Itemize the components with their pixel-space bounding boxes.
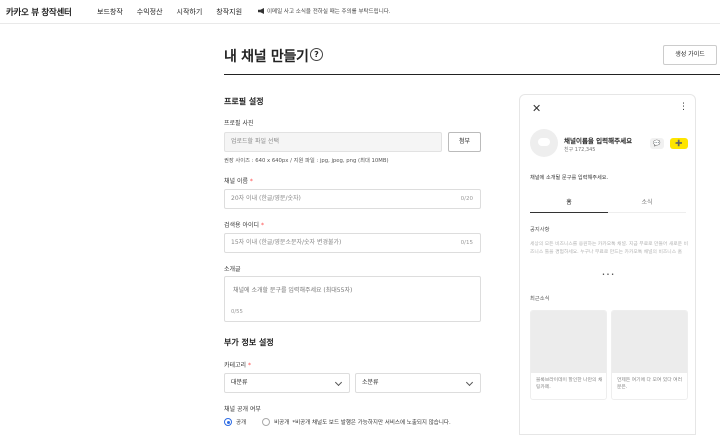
preview-recent-title: 최근소식 (530, 296, 550, 302)
category-main-value: 대분류 (231, 379, 248, 386)
carousel-dots: • • • (602, 272, 615, 278)
nav-item-revenue[interactable]: 수익정산 (137, 7, 163, 17)
profile-photo-file-input[interactable]: 업로드할 파일 선택 (224, 132, 442, 152)
preview-news-card: 언제든 여기에 다 모여 있다 여러분은. (611, 310, 688, 400)
nav-item-support[interactable]: 창작지원 (216, 7, 242, 17)
search-id-placeholder: 15자 이내 (한글/영문소문자/숫자 변경불가) (231, 239, 342, 246)
chevron-down-icon (334, 378, 343, 387)
channel-name-input[interactable]: 20자 이내 (한글/영문/숫자) 0/20 (224, 189, 481, 209)
main-nav: 보드창작 수익정산 시작하기 창작지원 (97, 7, 242, 17)
top-bar: 카카오 뷰 창작센터 보드창작 수익정산 시작하기 창작지원 이메일 사고 소식… (0, 0, 720, 24)
nav-item-start[interactable]: 시작하기 (177, 7, 203, 17)
search-id-counter: 0/15 (460, 240, 473, 246)
preview-notice-text: 세상의 모든 비즈니스를 응원하는 카카오톡 채널. 지금 무료로 만들어 새로… (530, 242, 688, 255)
intro-counter: 0/55 (231, 309, 243, 315)
channel-name-counter: 0/20 (460, 196, 473, 202)
category-sub-select[interactable]: 소분류 (355, 373, 481, 393)
category-label-text: 카테고리 (224, 362, 247, 369)
profile-section-title: 프로필 설정 (224, 97, 264, 106)
intro-placeholder: 채널에 소개할 문구를 입력해주세요 (최대55자) (233, 287, 353, 294)
news-card-caption: 블록브라이데이 할인한 나만의 채팅카페. (536, 378, 603, 390)
preview-friends-count: 친구 172,345 (564, 147, 596, 153)
notice-text: 이메일 사고 소식을 전하실 때는 주의를 부탁드립니다. (267, 9, 391, 15)
private-note: *비공개 채널도 보드 발행은 가능하지만 서비스에 노출되지 않습니다. (292, 420, 451, 426)
add-channel-icon: ➕ (670, 138, 688, 149)
news-card-image (531, 311, 606, 373)
channel-name-label: 채널 이름 * (224, 176, 253, 185)
extra-section-title: 부가 정보 설정 (224, 338, 274, 347)
chat-icon: 💬 (650, 138, 664, 149)
visibility-radio-group: 공개 비공개 *비공개 채널도 보드 발행은 가능하지만 서비스에 노출되지 않… (224, 418, 451, 426)
news-card-image (612, 311, 687, 373)
channel-name-label-text: 채널 이름 (224, 178, 248, 185)
preview-news-card: 블록브라이데이 할인한 나만의 채팅카페. (530, 310, 607, 400)
page-title: 내 채널 만들기 (224, 49, 309, 65)
category-main-select[interactable]: 대분류 (224, 373, 350, 393)
more-icon[interactable]: ⋮ (679, 102, 688, 112)
required-mark: * (260, 222, 264, 229)
preview-channel-name: 채널이름을 입력해주세요 (564, 137, 633, 145)
radio-private-label[interactable]: 비공개 (274, 418, 289, 426)
channel-preview: ✕ ⋮ 채널이름을 입력해주세요 친구 172,345 💬 ➕ 채널에 소개될 … (519, 94, 696, 435)
profile-photo-label: 프로필 사진 (224, 120, 254, 127)
photo-hint: 권장 사이즈 : 640 x 640px / 지원 파일 : jpg, jpeg… (224, 158, 389, 164)
radio-public[interactable] (224, 418, 232, 426)
search-id-label: 검색용 아이디 * (224, 220, 264, 229)
notice-banner[interactable]: 이메일 사고 소식을 전하실 때는 주의를 부탁드립니다. (258, 7, 391, 15)
chevron-down-icon (465, 378, 474, 387)
brand-logo[interactable]: 카카오 뷰 창작센터 (6, 6, 72, 18)
channel-name-placeholder: 20자 이내 (한글/영문/숫자) (231, 195, 301, 202)
intro-label: 소개글 (224, 266, 241, 273)
radio-private[interactable] (262, 418, 271, 426)
nav-item-board[interactable]: 보드창작 (97, 7, 123, 17)
divider (224, 74, 720, 75)
category-label: 카테고리 * (224, 360, 251, 369)
close-icon[interactable]: ✕ (532, 102, 541, 115)
avatar (530, 129, 558, 157)
radio-public-label[interactable]: 공개 (236, 418, 246, 426)
preview-notice-title: 공지사항 (530, 227, 550, 233)
news-card-caption: 언제든 여기에 다 모여 있다 여러분은. (617, 378, 682, 390)
required-mark: * (249, 178, 253, 185)
preview-intro: 채널에 소개될 문구를 입력해주세요. (530, 175, 609, 181)
search-id-input[interactable]: 15자 이내 (한글/영문소문자/숫자 변경불가) 0/15 (224, 233, 481, 253)
search-id-label-text: 검색용 아이디 (224, 222, 260, 229)
file-placeholder: 업로드할 파일 선택 (231, 138, 279, 145)
speaker-icon (258, 8, 264, 14)
help-icon[interactable]: ? (310, 48, 323, 61)
creation-guide-button[interactable]: 생성 가이드 (663, 45, 717, 65)
attach-button[interactable]: 첨부 (448, 132, 481, 152)
category-sub-value: 소분류 (362, 379, 379, 386)
intro-textarea[interactable]: 채널에 소개할 문구를 입력해주세요 (최대55자) 0/55 (224, 276, 481, 322)
preview-tab-news: 소식 (608, 196, 686, 213)
visibility-label: 채널 공개 여부 (224, 406, 261, 413)
preview-tab-home: 홈 (530, 196, 608, 213)
required-mark: * (248, 362, 252, 369)
